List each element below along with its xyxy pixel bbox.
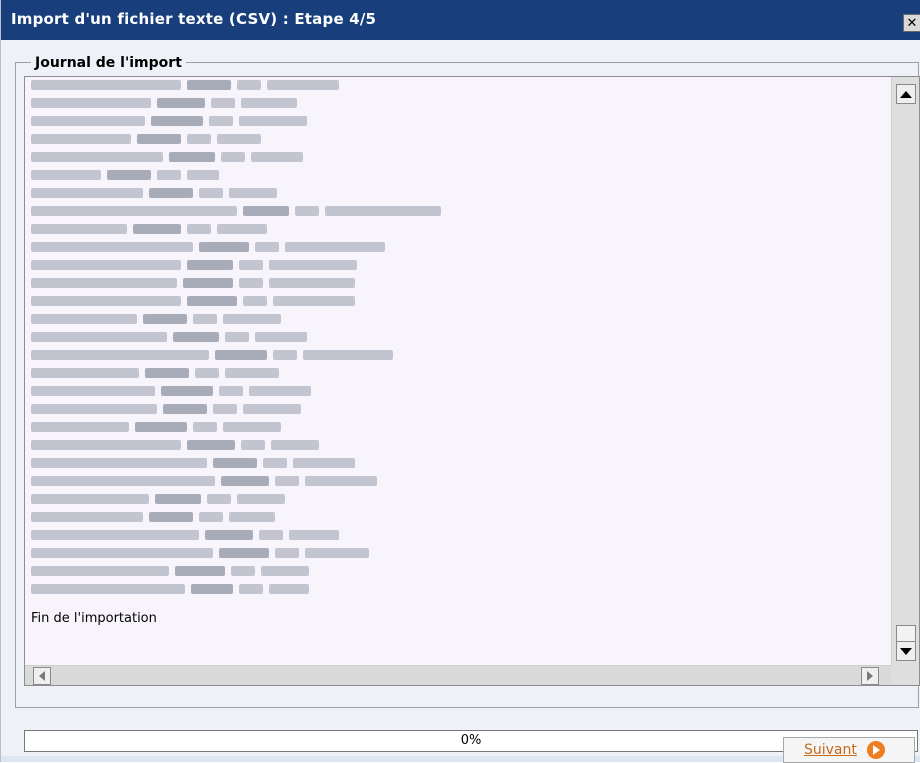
- scroll-left-button[interactable]: [33, 667, 51, 685]
- log-line: [31, 113, 307, 129]
- log-line: [31, 401, 301, 417]
- log-line: [31, 95, 297, 111]
- log-line: [31, 545, 369, 561]
- log-line: [31, 473, 377, 489]
- log-line: [31, 203, 441, 219]
- log-horizontal-scrollbar[interactable]: [25, 665, 891, 685]
- scroll-right-button[interactable]: [861, 667, 879, 685]
- close-button[interactable]: ✕: [903, 14, 920, 32]
- log-line: [31, 275, 355, 291]
- log-line: [31, 293, 355, 309]
- log-line: [31, 509, 275, 525]
- log-line: [31, 419, 281, 435]
- dialog-title: Import d'un fichier texte (CSV) : Etape …: [11, 10, 377, 28]
- import-log-textarea[interactable]: Fin de l'importation: [24, 76, 920, 686]
- log-line: [31, 563, 309, 579]
- next-button-label[interactable]: Suivant: [804, 742, 857, 758]
- close-icon[interactable]: ✕: [907, 17, 918, 30]
- log-line: [31, 185, 277, 201]
- log-line: [31, 347, 393, 363]
- arrow-down-icon: [900, 647, 912, 655]
- log-line: [31, 365, 279, 381]
- log-line: [31, 455, 355, 471]
- log-line: [31, 239, 385, 255]
- log-line: [31, 491, 285, 507]
- log-line: [31, 149, 303, 165]
- arrow-up-icon: [900, 90, 912, 98]
- log-line: [31, 329, 307, 345]
- arrow-right-circle-icon[interactable]: [866, 741, 885, 759]
- scroll-down-button[interactable]: [896, 641, 916, 661]
- log-line: [31, 581, 309, 597]
- log-line: [31, 311, 281, 327]
- log-vertical-scrollbar[interactable]: [891, 77, 919, 665]
- title-bar: Import d'un fichier texte (CSV) : Etape …: [1, 0, 920, 40]
- log-line: [31, 437, 319, 453]
- import-dialog: Import d'un fichier texte (CSV) : Etape …: [0, 0, 920, 763]
- scroll-corner: [891, 665, 919, 685]
- log-final-message: Fin de l'importation: [31, 611, 157, 626]
- next-button[interactable]: Suivant: [783, 737, 915, 763]
- log-lines: Fin de l'importation: [25, 77, 891, 667]
- log-line: [31, 257, 357, 273]
- log-line: [31, 221, 267, 237]
- log-line: [31, 527, 339, 543]
- journal-legend: Journal de l'import: [31, 55, 186, 71]
- log-line: [31, 167, 219, 183]
- arrow-left-icon: [39, 671, 45, 681]
- log-line: [31, 131, 261, 147]
- scroll-up-button[interactable]: [896, 84, 916, 104]
- log-line: [31, 383, 311, 399]
- arrow-right-icon: [867, 671, 873, 681]
- log-line: [31, 77, 339, 93]
